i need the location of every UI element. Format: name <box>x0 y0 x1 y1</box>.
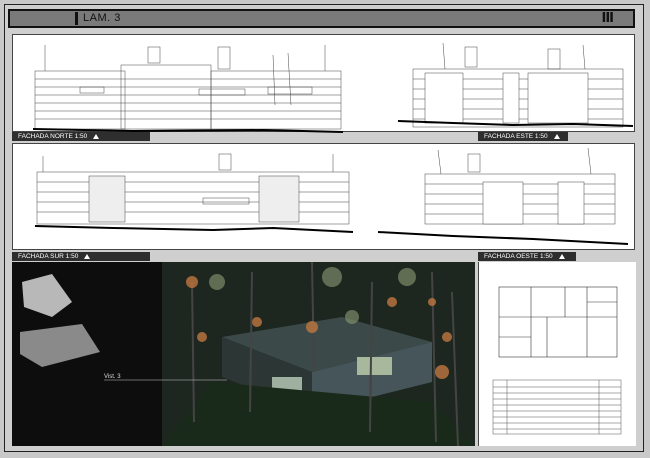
floor-plan-drawing <box>492 286 622 435</box>
caption-fachada-sur: FACHADA SUR 1:50 <box>12 252 150 261</box>
night-render-image <box>12 262 475 446</box>
caption-fachada-este: FACHADA ESTE 1:50 <box>478 132 568 141</box>
caption-text-este: FACHADA ESTE 1:50 <box>484 133 548 140</box>
title-marker <box>75 12 78 25</box>
caption-text-sur: FACHADA SUR 1:50 <box>18 253 79 260</box>
title-bar: LAM. 3 III <box>8 9 635 28</box>
caption-text-oeste: FACHADA OESTE 1:50 <box>484 253 553 260</box>
caption-triangle-icon <box>558 253 565 259</box>
elevation-south-drawing <box>34 147 629 245</box>
elevations-panel-middle <box>12 143 635 250</box>
render-illustration <box>12 262 475 446</box>
sheet-title: LAM. 3 <box>83 12 121 24</box>
caption-fachada-norte: FACHADA NORTE 1:50 <box>12 132 150 141</box>
floor-plan-panel <box>478 262 636 446</box>
render-view-label: Vist. 3 <box>104 374 121 380</box>
caption-triangle-icon <box>553 133 560 139</box>
elevations-panel-top <box>12 34 635 133</box>
caption-triangle-icon <box>84 253 91 259</box>
elevation-north-drawing <box>32 42 634 133</box>
caption-triangle-icon <box>93 133 100 139</box>
caption-fachada-oeste: FACHADA OESTE 1:50 <box>478 252 576 261</box>
caption-text-norte: FACHADA NORTE 1:50 <box>18 133 88 140</box>
sheet-number: III <box>601 11 613 26</box>
